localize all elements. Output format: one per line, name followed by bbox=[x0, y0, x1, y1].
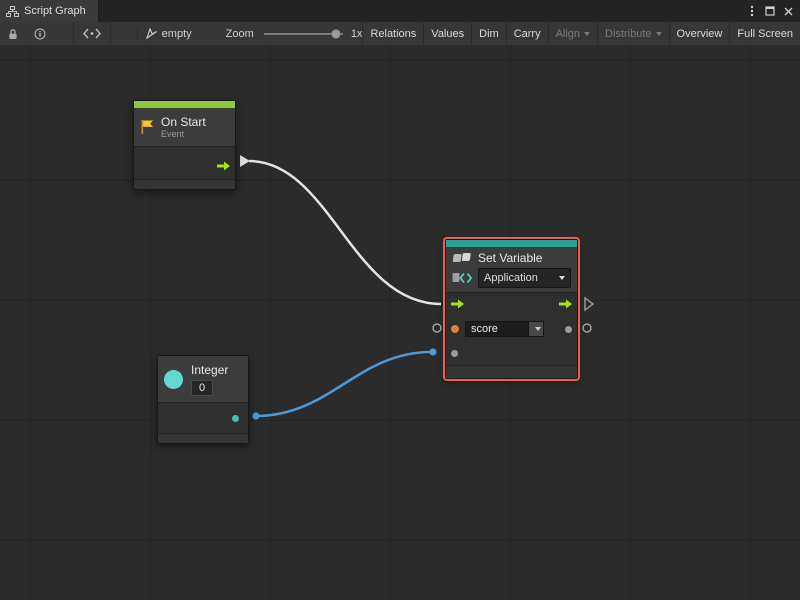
variable-name-dropdown[interactable]: score bbox=[465, 321, 544, 337]
node-integer[interactable]: Integer 0 bbox=[157, 355, 249, 444]
variable-value-output-port[interactable] bbox=[565, 326, 572, 333]
integer-type-icon bbox=[164, 370, 183, 389]
flow-output-port[interactable] bbox=[217, 158, 230, 176]
flow-input-port[interactable] bbox=[451, 296, 464, 314]
event-accent-bar bbox=[134, 101, 235, 108]
flow-port-row bbox=[446, 293, 577, 317]
caret-down-icon bbox=[559, 276, 565, 280]
tab-title: Script Graph bbox=[24, 5, 86, 17]
variable-name-row: score bbox=[446, 317, 577, 341]
close-icon bbox=[784, 7, 793, 16]
node-on-start[interactable]: On Start Event bbox=[133, 100, 236, 190]
value-output-connector[interactable] bbox=[583, 324, 591, 332]
node-header[interactable]: Set Variable Application bbox=[446, 247, 577, 292]
value-wire-start-dot bbox=[252, 412, 259, 419]
wire-layer bbox=[0, 45, 800, 600]
node-ports bbox=[134, 146, 235, 179]
toolbar-buttons: Relations Values Dim Carry Align Distrib… bbox=[362, 22, 800, 45]
angle-brackets-icon bbox=[83, 28, 101, 39]
code-view-button[interactable] bbox=[73, 22, 111, 45]
graph-icon bbox=[6, 6, 19, 17]
node-title: Integer bbox=[191, 363, 228, 377]
lock-icon bbox=[8, 28, 18, 40]
full-screen-button[interactable]: Full Screen bbox=[729, 22, 800, 45]
value-input-connector[interactable] bbox=[433, 324, 441, 332]
carry-button[interactable]: Carry bbox=[506, 22, 548, 45]
flow-arrow-icon bbox=[559, 299, 572, 309]
value-wire[interactable] bbox=[256, 352, 431, 416]
info-icon bbox=[34, 28, 46, 40]
pointer-icon bbox=[146, 28, 157, 39]
caret-down-icon bbox=[584, 32, 590, 36]
window-menu-button[interactable] bbox=[744, 3, 760, 19]
variable-name-value[interactable]: score bbox=[465, 321, 528, 337]
flow-arrow-icon bbox=[217, 161, 230, 171]
graph-toolbar: empty Zoom 1x Relations Values Dim Carry… bbox=[0, 22, 800, 46]
distribute-button[interactable]: Distribute bbox=[597, 22, 668, 45]
node-set-variable[interactable]: Set Variable Application bbox=[445, 239, 578, 379]
variable-scope-dropdown[interactable]: Application bbox=[478, 268, 571, 288]
dim-button[interactable]: Dim bbox=[471, 22, 506, 45]
value-wire-end-dot bbox=[429, 348, 436, 355]
variable-scope-value: Application bbox=[484, 272, 538, 284]
node-title: Set Variable bbox=[478, 251, 542, 265]
caret-down-icon bbox=[535, 327, 541, 331]
close-button[interactable] bbox=[780, 3, 796, 19]
maximize-button[interactable] bbox=[762, 3, 778, 19]
lock-button[interactable] bbox=[6, 22, 20, 45]
node-footer bbox=[158, 433, 248, 443]
script-graph-window: Script Graph bbox=[0, 0, 800, 600]
integer-output-port[interactable] bbox=[232, 415, 239, 422]
flag-icon bbox=[140, 119, 155, 135]
info-button[interactable] bbox=[32, 22, 46, 45]
flow-output-port[interactable] bbox=[559, 296, 572, 314]
maximize-icon bbox=[765, 6, 775, 16]
new-value-row bbox=[446, 341, 577, 365]
integer-value-field[interactable]: 0 bbox=[191, 380, 213, 396]
align-button[interactable]: Align bbox=[548, 22, 597, 45]
variable-name-input-port[interactable] bbox=[451, 325, 459, 333]
flow-output-connector-hollow[interactable] bbox=[585, 298, 593, 310]
node-footer bbox=[134, 179, 235, 189]
caret-down-icon bbox=[656, 32, 662, 36]
zoom-slider-handle[interactable] bbox=[331, 29, 341, 39]
zoom-label: Zoom bbox=[226, 28, 254, 40]
flow-wire[interactable] bbox=[249, 161, 441, 304]
node-ports: score bbox=[446, 292, 577, 365]
variables-icon bbox=[452, 252, 472, 265]
overview-button[interactable]: Overview bbox=[669, 22, 730, 45]
flow-output-connector[interactable] bbox=[240, 155, 250, 167]
relations-button[interactable]: Relations bbox=[362, 22, 423, 45]
titlebar: Script Graph bbox=[0, 0, 800, 23]
dropdown-caret-button[interactable] bbox=[528, 321, 544, 337]
node-title: On Start bbox=[161, 115, 206, 129]
node-header[interactable]: On Start Event bbox=[134, 108, 235, 146]
new-value-input-port[interactable] bbox=[451, 350, 458, 357]
zoom-value: 1x bbox=[351, 28, 363, 40]
node-footer bbox=[446, 365, 577, 378]
selection-indicator: empty bbox=[137, 28, 192, 40]
values-button[interactable]: Values bbox=[423, 22, 471, 45]
flow-arrow-icon bbox=[451, 299, 464, 309]
node-header[interactable]: Integer 0 bbox=[158, 356, 248, 402]
zoom-slider[interactable] bbox=[264, 27, 343, 41]
selection-label: empty bbox=[162, 28, 192, 40]
graph-canvas[interactable]: On Start Event bbox=[0, 45, 800, 600]
tab-script-graph[interactable]: Script Graph bbox=[0, 0, 99, 22]
node-subtitle: Event bbox=[161, 129, 206, 140]
code-brackets-icon bbox=[452, 272, 472, 284]
kebab-menu-icon bbox=[750, 5, 754, 17]
window-controls bbox=[744, 0, 800, 22]
variable-accent-bar bbox=[446, 240, 577, 247]
node-ports bbox=[158, 402, 248, 433]
